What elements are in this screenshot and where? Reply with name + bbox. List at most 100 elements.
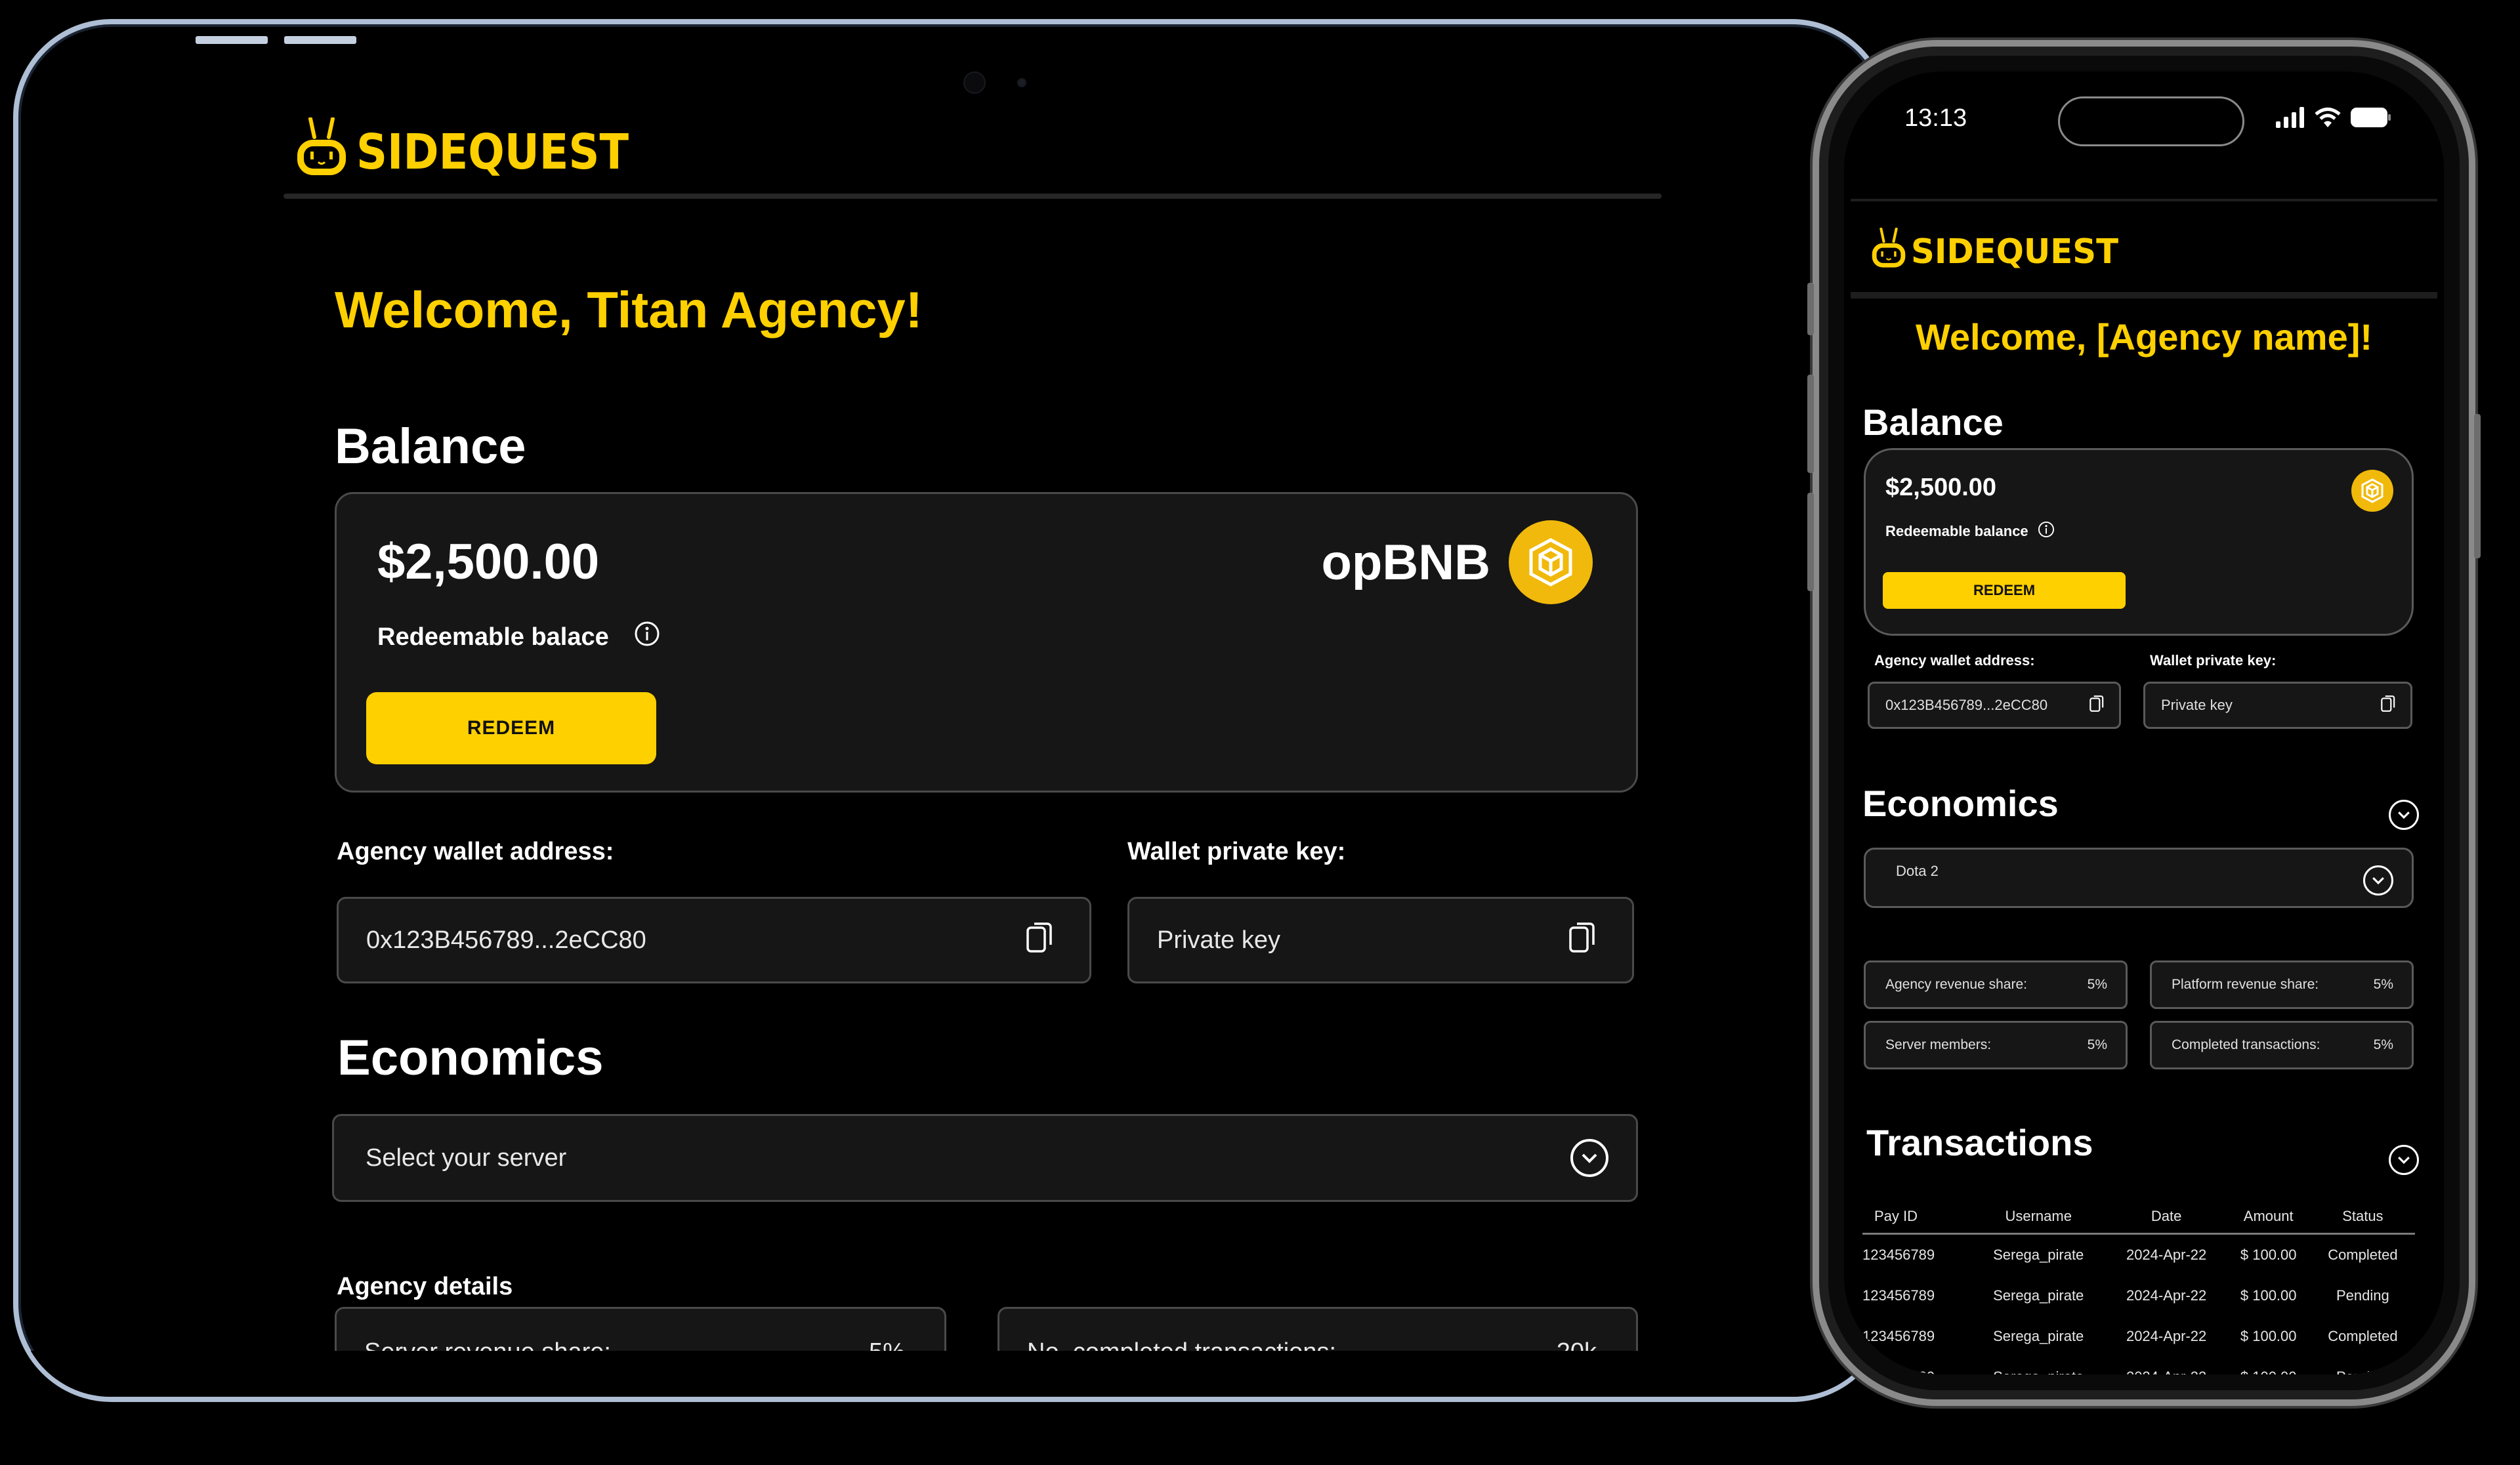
phone-power-button	[2474, 414, 2481, 558]
cell-amount: $ 100.00	[2227, 1357, 2311, 1374]
stat-value: 5%	[2087, 1037, 2107, 1052]
cell-amount: $ 100.00	[2240, 1287, 2297, 1304]
stat-label: Platform revenue share:	[2172, 977, 2319, 992]
sidequest-logo[interactable]: SIDEQUEST	[1870, 228, 2121, 270]
balance-amount: $2,500.00	[377, 534, 600, 590]
copy-icon[interactable]	[2089, 694, 2105, 716]
economics-heading: Economics	[1862, 783, 2059, 824]
status-time: 13:13	[1904, 104, 1967, 132]
cell-pay-id: 123456789	[1862, 1287, 1935, 1304]
column-header-amount[interactable]: Amount	[2226, 1208, 2311, 1235]
private-key-field[interactable]: Private key	[2143, 682, 2412, 729]
stat-value: 5%	[2373, 977, 2393, 992]
cell-pay-id: 123456789	[1862, 1328, 1935, 1344]
economics-collapse-toggle[interactable]	[2389, 800, 2419, 830]
bnb-coin-icon	[1509, 520, 1593, 604]
private-key-field[interactable]: Private key	[1127, 897, 1634, 983]
balance-card: $2,500.00 Redeemable balance REDEEM	[1864, 448, 2414, 636]
phone-volume-up-button	[1807, 375, 1814, 473]
welcome-heading: Welcome, Titan Agency!	[335, 281, 923, 339]
private-key-label: Wallet private key:	[1127, 838, 1346, 865]
svg-text:SIDEQUEST: SIDEQUEST	[1911, 232, 2119, 270]
private-key-label: Wallet private key:	[2150, 652, 2277, 669]
table-row[interactable]: 123456789 Serega_pirate 2024-Apr-22 $ 10…	[1862, 1357, 2415, 1374]
cell-date: 2024-Apr-22	[2126, 1328, 2207, 1344]
balance-heading: Balance	[335, 419, 526, 474]
column-header-pay-id[interactable]: Pay ID	[1862, 1208, 1971, 1235]
transactions-heading: Transactions	[1866, 1122, 2093, 1163]
redeem-button[interactable]: REDEEM	[366, 692, 656, 764]
cell-username: Serega_pirate	[1993, 1247, 2084, 1263]
copy-icon[interactable]	[2380, 694, 2396, 716]
cell-date: 2024-Apr-22	[2126, 1247, 2207, 1263]
phone-action-button	[1807, 283, 1814, 335]
balance-card: $2,500.00 Redeemable balace REDEEM opBNB	[335, 492, 1638, 793]
cell-status: Pending	[2336, 1287, 2389, 1304]
wallet-address-field[interactable]: 0x123B456789...2eCC80	[337, 897, 1091, 983]
private-key-placeholder: Private key	[1157, 926, 1280, 954]
info-icon[interactable]	[2038, 521, 2055, 542]
server-select[interactable]: Dota 2	[1864, 848, 2414, 908]
cell-date: 2024-Apr-22	[2107, 1357, 2227, 1374]
cell-amount: $ 100.00	[2240, 1328, 2297, 1344]
cell-username: Serega_pirate	[1993, 1328, 2084, 1344]
screen-bottom-mask	[18, 1351, 1885, 1397]
transactions-table: Pay ID Username Date Amount Status 12345…	[1862, 1208, 2415, 1374]
copy-icon[interactable]	[1025, 920, 1054, 960]
redeemable-balance-label: Redeemable balace	[377, 621, 660, 653]
stat-label: Completed transactions:	[2172, 1037, 2320, 1052]
table-row[interactable]: 123456789 Serega_pirate 2024-Apr-22 $ 10…	[1862, 1275, 2415, 1316]
redeemable-balance-text: Redeemable balace	[377, 623, 609, 651]
wallet-address-value: 0x123B456789...2eCC80	[1885, 697, 2048, 713]
info-icon[interactable]	[634, 621, 660, 653]
wifi-icon	[2315, 108, 2341, 127]
robot-mascot-icon	[297, 117, 346, 175]
redeem-button[interactable]: REDEEM	[1883, 572, 2126, 609]
balance-amount: $2,500.00	[1885, 474, 1997, 501]
column-header-username[interactable]: Username	[1970, 1208, 2107, 1235]
phone-header: SIDEQUEST	[1851, 199, 2437, 299]
wallet-address-value: 0x123B456789...2eCC80	[366, 926, 646, 954]
svg-text:SIDEQUEST: SIDEQUEST	[356, 124, 629, 178]
private-key-placeholder: Private key	[2161, 697, 2233, 713]
dynamic-island	[2058, 96, 2244, 146]
copy-icon[interactable]	[1568, 920, 1597, 960]
sidequest-logo[interactable]: SIDEQUEST	[295, 117, 632, 178]
cell-username: Serega_pirate	[1971, 1357, 2107, 1374]
chevron-down-icon[interactable]	[1570, 1139, 1608, 1177]
stat-value: 5%	[2373, 1037, 2393, 1052]
wallet-address-label: Agency wallet address:	[1874, 652, 2035, 669]
bnb-coin-icon	[2351, 470, 2393, 512]
phone-screen: 13:13 SIDEQUEST Welcome, [Agency name]! …	[1844, 72, 2444, 1374]
table-row[interactable]: 123456789 Serega_pirate 2024-Apr-22 $ 10…	[1862, 1234, 2415, 1276]
cell-status: Pending	[2311, 1357, 2415, 1374]
status-bar: 13:13	[1844, 72, 2444, 176]
cell-date: 2024-Apr-22	[2126, 1287, 2207, 1304]
phone-volume-down-button	[1807, 493, 1814, 591]
transactions-collapse-toggle[interactable]	[2389, 1145, 2419, 1175]
stat-label: Server members:	[1885, 1037, 1992, 1052]
stat-platform-revenue-share: Platform revenue share: 5%	[2150, 960, 2414, 1009]
stat-label: Agency revenue share:	[1885, 977, 2027, 992]
selected-server: Dota 2	[1896, 863, 1939, 879]
wallet-address-field[interactable]: 0x123B456789...2eCC80	[1868, 682, 2121, 729]
agency-details-heading: Agency details	[337, 1273, 513, 1300]
column-header-status[interactable]: Status	[2310, 1208, 2415, 1235]
sidequest-wordmark: SIDEQUEST	[1911, 232, 2119, 270]
table-row[interactable]: 123456789 Serega_pirate 2024-Apr-22 $ 10…	[1862, 1316, 2415, 1357]
server-select-placeholder: Select your server	[366, 1144, 567, 1172]
server-select[interactable]: Select your server	[332, 1114, 1638, 1202]
redeemable-balance-label: Redeemable balance	[1885, 521, 2055, 542]
stat-value: 5%	[2087, 977, 2107, 992]
battery-icon	[2351, 108, 2391, 127]
cell-username: Serega_pirate	[1993, 1287, 2084, 1304]
column-header-date[interactable]: Date	[2106, 1208, 2227, 1235]
cell-amount: $ 100.00	[2240, 1247, 2297, 1263]
robot-mascot-icon	[1872, 228, 1906, 268]
redeemable-balance-text: Redeemable balance	[1885, 523, 2028, 539]
tablet-device-frame: SIDEQUEST Welcome, Titan Agency! Balance…	[13, 19, 1890, 1402]
chevron-down-icon[interactable]	[2363, 865, 2393, 896]
cell-pay-id: 123456789	[1862, 1357, 1971, 1374]
header-divider	[284, 194, 1662, 199]
network-badge: opBNB	[1321, 520, 1593, 604]
